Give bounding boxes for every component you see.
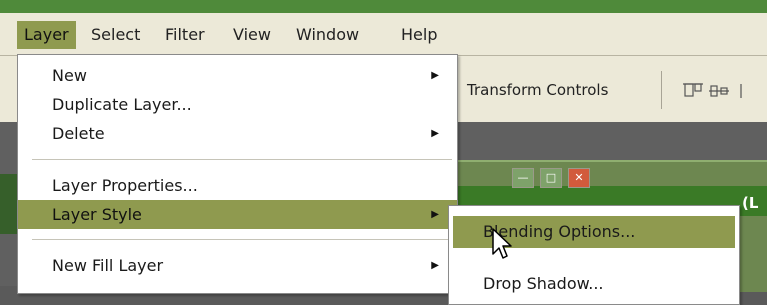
transform-controls-label[interactable]: Transform Controls xyxy=(467,81,608,99)
menu-help[interactable]: Help xyxy=(394,21,444,49)
menu-item-label: New Fill Layer xyxy=(52,256,164,275)
menu-item-label: Duplicate Layer... xyxy=(52,95,192,114)
menu-item-label: Delete xyxy=(52,124,105,143)
menu-separator xyxy=(32,239,452,240)
menu-bar: Layer Select Filter View Window Help xyxy=(0,13,767,56)
submenu-arrow-icon: ▶ xyxy=(431,128,439,139)
menu-window[interactable]: Window xyxy=(289,21,366,49)
menu-item-layer-properties[interactable]: Layer Properties... xyxy=(18,171,457,200)
menu-separator xyxy=(32,159,452,160)
align-icons[interactable] xyxy=(683,82,763,104)
submenu-item-drop-shadow[interactable]: Drop Shadow... xyxy=(453,268,735,300)
menu-layer[interactable]: Layer xyxy=(17,21,76,49)
menu-item-delete[interactable]: Delete ▶ xyxy=(18,119,457,148)
layer-menu-dropdown: New ▶ Duplicate Layer... Delete ▶ Layer … xyxy=(17,54,458,294)
submenu-arrow-icon: ▶ xyxy=(431,209,439,220)
menu-filter[interactable]: Filter xyxy=(158,21,212,49)
title-strip xyxy=(0,0,767,13)
document-title: (L xyxy=(742,194,759,212)
menu-select[interactable]: Select xyxy=(84,21,147,49)
menu-item-duplicate-layer[interactable]: Duplicate Layer... xyxy=(18,90,457,119)
menu-item-new-fill-layer[interactable]: New Fill Layer ▶ xyxy=(18,251,457,280)
submenu-arrow-icon: ▶ xyxy=(431,70,439,81)
maximize-icon[interactable]: □ xyxy=(540,168,562,188)
menu-view[interactable]: View xyxy=(226,21,278,49)
menu-item-layer-style[interactable]: Layer Style ▶ xyxy=(18,200,457,229)
menu-item-label: New xyxy=(52,66,87,85)
options-separator xyxy=(661,71,662,109)
minimize-icon[interactable]: — xyxy=(512,168,534,188)
menu-item-label: Layer Style xyxy=(52,205,142,224)
mouse-cursor-icon xyxy=(492,228,512,259)
close-icon[interactable]: ✕ xyxy=(568,168,590,188)
submenu-item-label: Drop Shadow... xyxy=(483,274,604,293)
menu-item-new[interactable]: New ▶ xyxy=(18,61,457,90)
menu-item-label: Layer Properties... xyxy=(52,176,198,195)
align-top-icon[interactable] xyxy=(683,82,763,100)
submenu-arrow-icon: ▶ xyxy=(431,260,439,271)
